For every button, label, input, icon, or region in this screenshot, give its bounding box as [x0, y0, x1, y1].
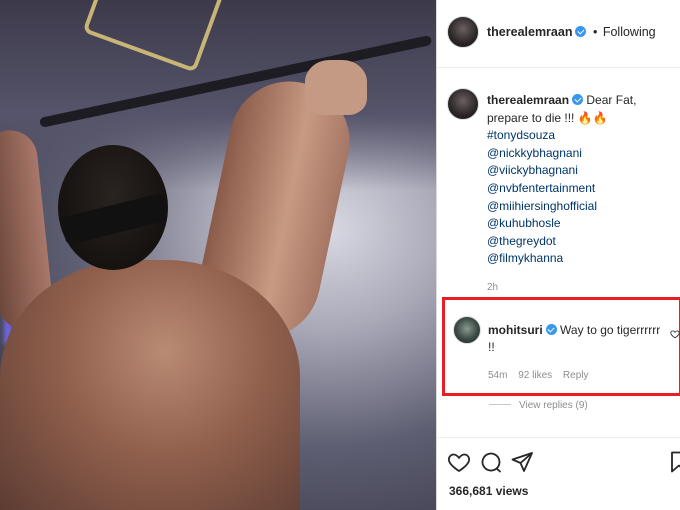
photo-hand: [305, 60, 367, 115]
comment-like-heart-icon[interactable]: [670, 329, 680, 339]
comment-age[interactable]: 54m: [488, 370, 507, 381]
comment-text: mohitsuri Way to go tigerrrrrr !!: [488, 322, 663, 356]
caption-username[interactable]: therealemraan: [487, 93, 569, 107]
heart-icon[interactable]: [447, 450, 471, 474]
view-replies-label: View replies (9): [519, 400, 588, 411]
comment-likes[interactable]: 92 likes: [518, 370, 552, 381]
caption-mention[interactable]: @kuhubhosle: [487, 215, 677, 233]
photo-ceiling: [0, 0, 436, 190]
post-actions: 366,681 views: [437, 437, 680, 510]
separator-dot: •: [592, 25, 598, 39]
commenter-avatar[interactable]: [453, 316, 481, 344]
verified-badge-icon: [575, 26, 587, 37]
comment-icon[interactable]: [479, 450, 503, 474]
caption-mention[interactable]: @nvbfentertainment: [487, 180, 677, 198]
caption-mention[interactable]: @nickkybhagnani: [487, 145, 677, 163]
following-button[interactable]: Following: [603, 25, 656, 39]
caption-avatar[interactable]: [447, 88, 479, 120]
caption-timestamp[interactable]: 2h: [487, 282, 498, 293]
comment-reply-button[interactable]: Reply: [563, 370, 589, 381]
caption-hashtag[interactable]: #tonydsouza: [487, 127, 677, 145]
bookmark-icon[interactable]: [667, 450, 680, 474]
view-replies-button[interactable]: View replies (9): [489, 400, 588, 411]
verified-badge-icon: [572, 94, 584, 105]
fire-emoji: 🔥🔥: [577, 110, 608, 125]
highlighted-comment: mohitsuri Way to go tigerrrrrr !! 54m 92…: [442, 297, 680, 396]
caption-mention[interactable]: @thegreydot: [487, 233, 677, 251]
view-count[interactable]: 366,681 views: [449, 484, 528, 498]
comment-meta: 54m 92 likes Reply: [488, 370, 597, 381]
post-side-panel: therealemraan • Following therealemraan …: [437, 0, 680, 510]
commenter-username[interactable]: mohitsuri: [488, 323, 543, 337]
share-icon[interactable]: [510, 450, 534, 474]
author-avatar[interactable]: [447, 16, 479, 48]
verified-badge-icon: [545, 324, 557, 335]
replies-line: [489, 404, 511, 405]
post-header: therealemraan • Following: [437, 0, 680, 68]
author-row: therealemraan • Following: [487, 25, 656, 39]
caption-mention[interactable]: @filmykhanna: [487, 250, 677, 268]
caption-mention[interactable]: @miihiersinghofficial: [487, 198, 677, 216]
author-username[interactable]: therealemraan: [487, 25, 572, 39]
caption-text: therealemraan Dear Fat, prepare to die !…: [487, 92, 677, 268]
caption-mention[interactable]: @viickybhagnani: [487, 162, 677, 180]
post-photo[interactable]: [0, 0, 436, 510]
photo-back: [0, 260, 300, 510]
